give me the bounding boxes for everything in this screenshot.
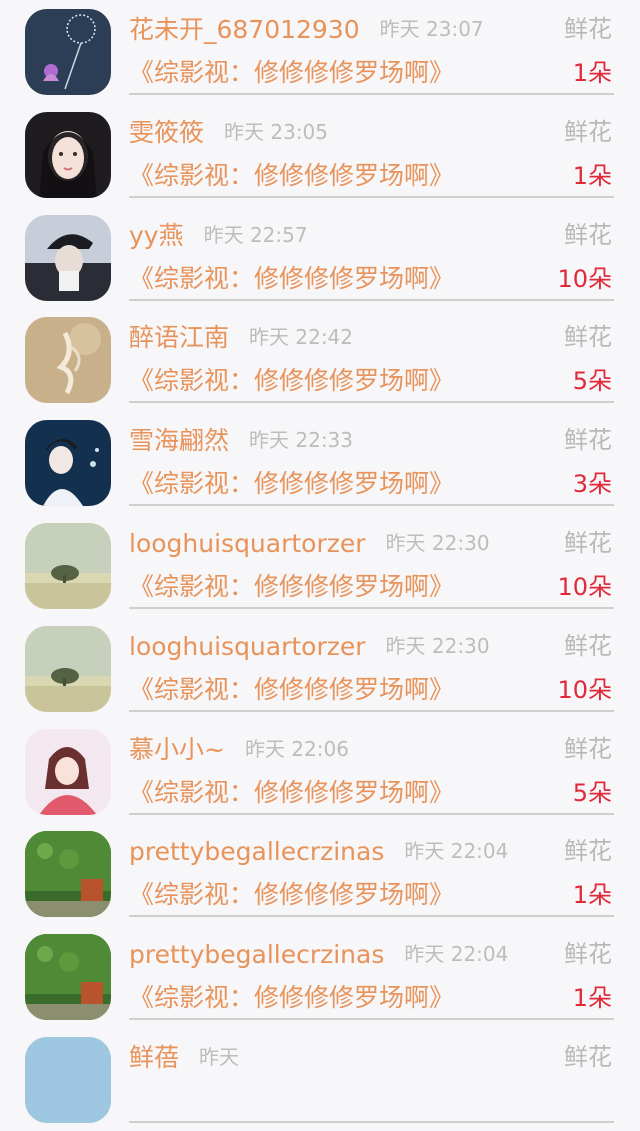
- dandelion-avatar[interactable]: [25, 9, 111, 95]
- list-item[interactable]: looghuisquartorzer 昨天 22:30 鲜花 《综影视：修修修修罗…: [0, 617, 640, 720]
- divider: [129, 606, 614, 609]
- book-title-link[interactable]: 《综影视：修修修修罗场啊》: [129, 261, 454, 297]
- book-title-link[interactable]: 《综影视：修修修修罗场啊》: [129, 466, 454, 502]
- list-item[interactable]: 雪海翩然 昨天 22:33 鲜花 《综影视：修修修修罗场啊》 3朵: [0, 411, 640, 514]
- username[interactable]: looghuisquartorzer 昨天 22:30: [129, 526, 490, 561]
- flower-count: 1朵: [572, 984, 612, 1013]
- gift-type-label: 鲜花: [564, 940, 612, 969]
- book-title-link[interactable]: 《综影视：修修修修罗场啊》: [129, 775, 454, 811]
- divider: [129, 504, 614, 507]
- username-text: 鲜蓓: [129, 1042, 180, 1072]
- timestamp: 昨天 23:05: [224, 119, 329, 144]
- book-title-link[interactable]: 《综影视：修修修修罗场啊》: [129, 877, 454, 913]
- list-item[interactable]: prettybegallecrzinas 昨天 22:04 鲜花 《综影视：修修修…: [0, 925, 640, 1028]
- flower-count: 10朵: [557, 264, 612, 293]
- flower-count: 1朵: [572, 161, 612, 190]
- gift-type-label: 鲜花: [564, 426, 612, 455]
- divider: [129, 915, 614, 918]
- list-item[interactable]: 花未开_687012930 昨天 23:07 鲜花 《综影视：修修修修罗场啊》 1…: [0, 0, 640, 103]
- flower-count: 3朵: [572, 470, 612, 499]
- username-text: 慕小小~: [129, 734, 225, 764]
- flower-count: 1朵: [572, 881, 612, 910]
- username[interactable]: 慕小小~ 昨天 22:06: [129, 732, 349, 767]
- timestamp: 昨天 22:42: [249, 325, 354, 350]
- flower-gift-list: 花未开_687012930 昨天 23:07 鲜花 《综影视：修修修修罗场啊》 1…: [0, 0, 640, 1131]
- flower-count: 5朵: [572, 367, 612, 396]
- username-text: looghuisquartorzer: [129, 631, 366, 661]
- username-text: looghuisquartorzer: [129, 528, 366, 558]
- username[interactable]: prettybegallecrzinas 昨天 22:04: [129, 834, 508, 869]
- username[interactable]: 雯筱筱 昨天 23:05: [129, 115, 328, 150]
- gift-type-label: 鲜花: [564, 117, 612, 146]
- book-title-link[interactable]: 《综影视：修修修修罗场啊》: [129, 55, 454, 91]
- username[interactable]: 醉语江南 昨天 22:42: [129, 320, 353, 355]
- flower-count: 10朵: [557, 572, 612, 601]
- gift-type-label: 鲜花: [564, 323, 612, 352]
- list-item[interactable]: 雯筱筱 昨天 23:05 鲜花 《综影视：修修修修罗场啊》 1朵: [0, 103, 640, 206]
- partial-avatar[interactable]: [25, 1036, 111, 1123]
- timestamp: 昨天 22:33: [249, 428, 354, 453]
- flower-count: 1朵: [572, 59, 612, 87]
- gift-type-label: 鲜花: [564, 528, 612, 557]
- timestamp: 昨天: [199, 1044, 240, 1069]
- list-item[interactable]: 鲜蓓 昨天 鲜花: [0, 1028, 640, 1131]
- username[interactable]: 鲜蓓 昨天: [129, 1040, 239, 1075]
- timestamp: 昨天 23:07: [379, 17, 484, 41]
- username-text: 雯筱筱: [129, 117, 205, 147]
- timestamp: 昨天 22:30: [385, 530, 490, 555]
- misty-tree-avatar[interactable]: [25, 522, 111, 609]
- username-text: prettybegallecrzinas: [129, 837, 385, 867]
- list-item[interactable]: yy燕 昨天 22:57 鲜花 《综影视：修修修修罗场啊》 10朵: [0, 206, 640, 309]
- gift-type-label: 鲜花: [564, 631, 612, 660]
- username-text: 雪海翩然: [129, 426, 230, 456]
- list-item[interactable]: 醉语江南 昨天 22:42 鲜花 《综影视：修修修修罗场啊》 5朵: [0, 308, 640, 411]
- divider: [129, 812, 614, 815]
- username-text: 花未开_687012930: [129, 15, 360, 44]
- divider: [129, 1018, 614, 1021]
- book-title-link[interactable]: 《综影视：修修修修罗场啊》: [129, 363, 454, 399]
- gift-type-label: 鲜花: [564, 837, 612, 866]
- timestamp: 昨天 22:04: [404, 839, 509, 864]
- gift-type-label: 鲜花: [564, 15, 612, 43]
- divider: [129, 709, 614, 712]
- boy-cap-avatar[interactable]: [25, 214, 111, 301]
- timestamp: 昨天 22:57: [203, 222, 308, 247]
- username[interactable]: yy燕 昨天 22:57: [129, 218, 308, 253]
- username[interactable]: 花未开_687012930 昨天 23:07: [129, 12, 484, 47]
- list-item[interactable]: 慕小小~ 昨天 22:06 鲜花 《综影视：修修修修罗场啊》 5朵: [0, 720, 640, 823]
- ancient-man-avatar[interactable]: [25, 420, 111, 507]
- timestamp: 昨天 22:30: [385, 633, 490, 658]
- username[interactable]: looghuisquartorzer 昨天 22:30: [129, 629, 490, 664]
- timestamp: 昨天 22:04: [404, 942, 509, 967]
- gift-type-label: 鲜花: [564, 734, 612, 763]
- girl-portrait-avatar[interactable]: [25, 111, 111, 198]
- ink-art-avatar[interactable]: [25, 317, 111, 404]
- username-text: prettybegallecrzinas: [129, 940, 385, 970]
- username-text: yy燕: [129, 220, 184, 250]
- ivy-house-avatar[interactable]: [25, 934, 111, 1021]
- book-title-link[interactable]: 《综影视：修修修修罗场啊》: [129, 672, 454, 708]
- username-text: 醉语江南: [129, 323, 230, 353]
- ivy-house-avatar[interactable]: [25, 831, 111, 918]
- list-item[interactable]: looghuisquartorzer 昨天 22:30 鲜花 《综影视：修修修修罗…: [0, 514, 640, 617]
- book-title-link[interactable]: 《综影视：修修修修罗场啊》: [129, 980, 454, 1016]
- username[interactable]: prettybegallecrzinas 昨天 22:04: [129, 937, 508, 972]
- divider: [129, 1120, 614, 1123]
- flower-count: 10朵: [557, 675, 612, 704]
- divider: [129, 401, 614, 404]
- anime-girl-avatar[interactable]: [25, 728, 111, 815]
- timestamp: 昨天 22:06: [244, 736, 349, 761]
- misty-tree-avatar[interactable]: [25, 625, 111, 712]
- divider: [129, 195, 614, 198]
- list-item[interactable]: prettybegallecrzinas 昨天 22:04 鲜花 《综影视：修修修…: [0, 822, 640, 925]
- gift-type-label: 鲜花: [564, 1042, 612, 1071]
- flower-count: 5朵: [572, 778, 612, 807]
- divider: [129, 93, 614, 95]
- book-title-link[interactable]: 《综影视：修修修修罗场啊》: [129, 158, 454, 194]
- divider: [129, 298, 614, 301]
- gift-type-label: 鲜花: [564, 220, 612, 249]
- book-title-link[interactable]: 《综影视：修修修修罗场啊》: [129, 569, 454, 605]
- username[interactable]: 雪海翩然 昨天 22:33: [129, 423, 353, 458]
